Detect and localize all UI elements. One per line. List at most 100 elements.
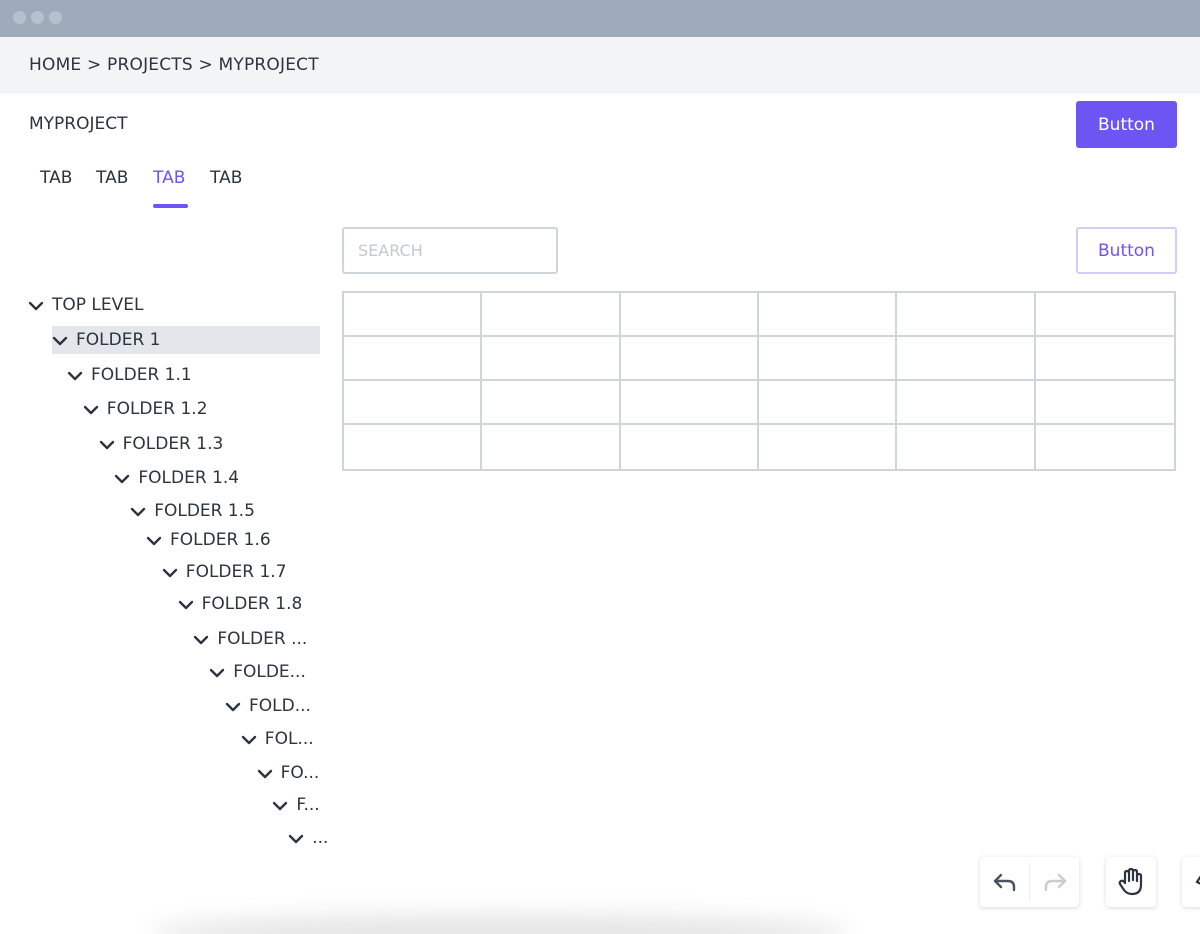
chevron-down-icon[interactable]	[99, 437, 115, 451]
grid-cell[interactable]	[758, 337, 898, 381]
active-tab-indicator	[153, 204, 188, 208]
chevron-down-icon[interactable]	[52, 333, 68, 347]
breadcrumb-bar: HOME > PROJECTS > MYPROJECT	[0, 37, 1200, 93]
pan-button[interactable]	[1106, 857, 1155, 907]
window-titlebar	[0, 0, 1200, 37]
chevron-down-icon[interactable]	[209, 665, 225, 679]
tree-item-label: FOLDER 1.5	[154, 501, 255, 521]
tab-2[interactable]: TAB	[96, 168, 128, 188]
tree-item[interactable]: FOLDER ...	[0, 625, 340, 653]
tree-item-label: FOLDE...	[233, 662, 306, 682]
breadcrumb[interactable]: HOME > PROJECTS > MYPROJECT	[29, 55, 319, 75]
grid-cell[interactable]	[758, 381, 898, 425]
redo-icon	[1044, 873, 1066, 892]
tree-item-label: FOLDER 1.1	[91, 365, 192, 385]
tree-item-label: FOLDER 1.8	[201, 594, 303, 614]
tab-1[interactable]: TAB	[40, 168, 72, 188]
canvas-shadow	[150, 914, 850, 934]
tree-item[interactable]: FOLDER 1.6	[0, 526, 340, 554]
chevron-down-icon[interactable]	[114, 471, 130, 485]
grid-cell[interactable]	[482, 381, 621, 425]
chevron-down-icon[interactable]	[130, 504, 146, 518]
grid-cell[interactable]	[620, 337, 759, 381]
grid-cell[interactable]	[482, 293, 621, 337]
tree-item[interactable]: FOLD...	[0, 692, 340, 720]
tree-item[interactable]: FOLDER 1.4	[0, 464, 340, 492]
grid-cell[interactable]	[897, 381, 1036, 425]
tree-item-label: ...	[312, 828, 329, 848]
tree-item-label: FO...	[280, 763, 320, 783]
grid-cell[interactable]	[897, 337, 1036, 381]
grid-cell[interactable]	[1035, 293, 1174, 337]
chevron-down-icon[interactable]	[83, 402, 99, 416]
tree-item[interactable]: ...	[0, 824, 340, 852]
history-toolbar	[980, 857, 1079, 907]
window-close-dot[interactable]	[13, 11, 26, 24]
tree-item-label: FOLDER 1.3	[122, 434, 224, 454]
tree-item-label: TOP LEVEL	[52, 295, 144, 315]
grid-cell[interactable]	[897, 293, 1036, 337]
chevron-down-icon[interactable]	[241, 732, 257, 746]
tree-item[interactable]: FOLDER 1.5	[0, 497, 340, 525]
chevron-down-icon[interactable]	[178, 597, 194, 611]
redo-button[interactable]	[1030, 857, 1079, 907]
tree-item[interactable]: FOLDER 1.1	[0, 361, 340, 389]
grid-cell[interactable]	[344, 337, 483, 381]
tree-item[interactable]: FOLDER 1	[52, 326, 320, 354]
tree-item[interactable]: FO...	[0, 759, 340, 787]
tree-item-label: FOLDER 1.2	[106, 399, 208, 419]
tree-item[interactable]: FOLDER 1.7	[0, 558, 340, 586]
tab-3[interactable]: TAB	[153, 168, 185, 188]
hand-icon	[1118, 867, 1142, 896]
grid-cell[interactable]	[344, 425, 483, 469]
tree-item-label: FOL...	[264, 729, 314, 749]
tree-item[interactable]: FOLDER 1.8	[0, 590, 340, 618]
grid-cell[interactable]	[621, 425, 759, 469]
undo-icon	[993, 873, 1015, 892]
chevron-down-icon[interactable]	[162, 565, 178, 579]
tree-item[interactable]: F...	[0, 791, 340, 819]
extra-toolbar	[1182, 857, 1200, 907]
grid-cell[interactable]	[482, 425, 621, 469]
tree-item[interactable]: FOLDE...	[0, 658, 340, 686]
tree-item-label: FOLDER 1.6	[170, 530, 271, 550]
tab-4[interactable]: TAB	[210, 168, 242, 188]
primary-button[interactable]: Button	[1076, 101, 1177, 148]
tree-item[interactable]: FOLDER 1.3	[0, 430, 340, 458]
chevron-down-icon[interactable]	[257, 766, 273, 780]
tree-item-label: FOLDER ...	[217, 629, 308, 649]
chevron-down-icon[interactable]	[288, 831, 304, 845]
chevron-down-icon[interactable]	[193, 632, 209, 646]
chevron-down-icon[interactable]	[225, 699, 241, 713]
grid-cell[interactable]	[897, 425, 1036, 469]
tree-item-label: FOLDER 1	[76, 330, 161, 350]
pointer-icon	[1195, 875, 1200, 885]
window-maximize-dot[interactable]	[49, 11, 62, 24]
chevron-down-icon[interactable]	[146, 533, 162, 547]
grid-cell[interactable]	[620, 381, 759, 425]
grid-cell[interactable]	[758, 293, 898, 337]
tree-item-label: FOLDER 1.7	[185, 562, 287, 582]
tree-item[interactable]: TOP LEVEL	[0, 291, 340, 319]
grid-cell[interactable]	[344, 381, 483, 425]
chevron-down-icon[interactable]	[28, 298, 44, 312]
tree-item-label: FOLDER 1.4	[138, 468, 240, 488]
search-input[interactable]	[342, 227, 558, 274]
tree-item[interactable]: FOL...	[0, 725, 340, 753]
grid-cell[interactable]	[482, 337, 621, 381]
grid-cell[interactable]	[344, 293, 483, 337]
chevron-down-icon[interactable]	[67, 368, 83, 382]
window-minimize-dot[interactable]	[31, 11, 44, 24]
tree-item[interactable]: FOLDER 1.2	[0, 395, 340, 423]
data-grid	[342, 291, 1176, 471]
tree-item-label: FOLD...	[249, 696, 311, 716]
extra-tool-button[interactable]	[1182, 857, 1200, 907]
undo-button[interactable]	[980, 857, 1029, 907]
grid-cell[interactable]	[759, 425, 898, 469]
grid-cell[interactable]	[620, 293, 759, 337]
chevron-down-icon[interactable]	[272, 798, 288, 812]
grid-cell[interactable]	[1036, 425, 1174, 469]
secondary-button[interactable]: Button	[1076, 227, 1177, 274]
grid-cell[interactable]	[1035, 381, 1174, 425]
grid-cell[interactable]	[1035, 337, 1174, 381]
